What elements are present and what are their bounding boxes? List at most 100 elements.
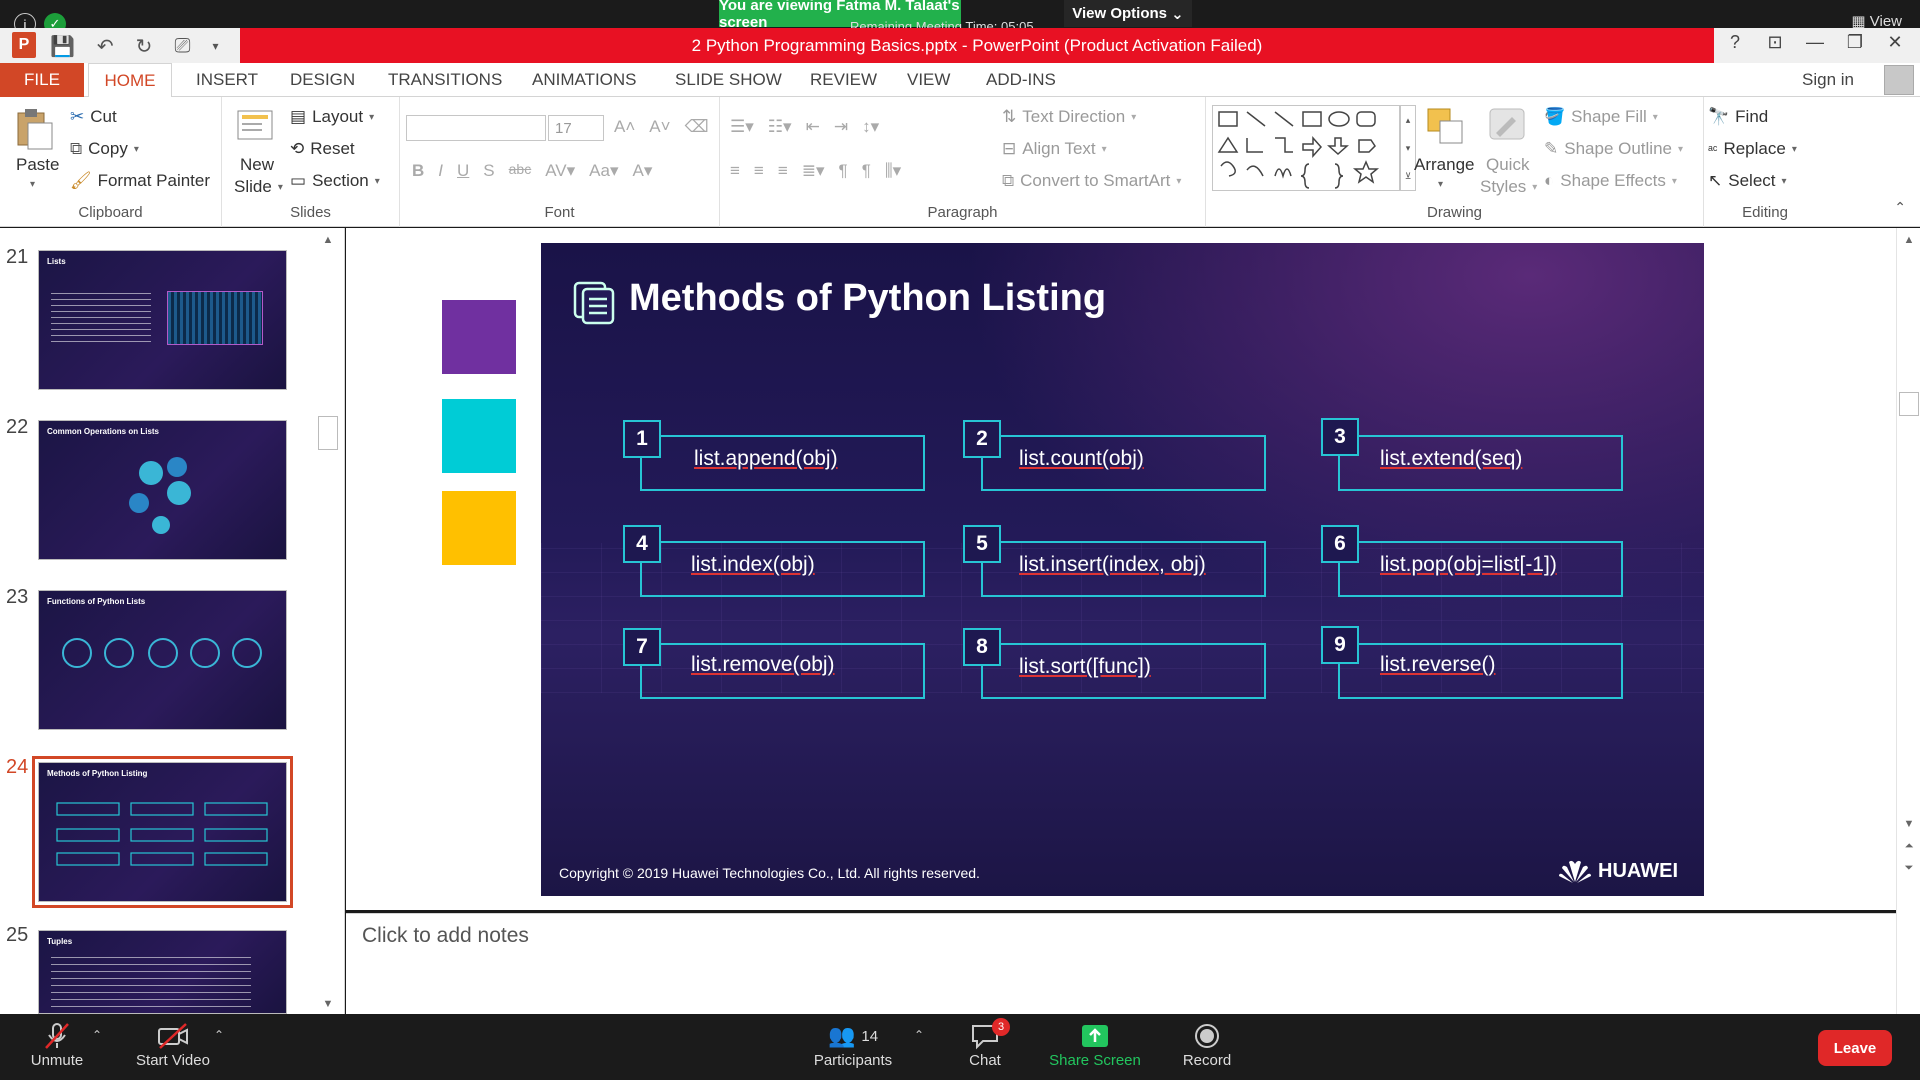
leave-button[interactable]: Leave bbox=[1818, 1030, 1892, 1066]
new-slide-icon[interactable] bbox=[236, 107, 276, 151]
underline-icon[interactable]: U bbox=[457, 161, 469, 181]
chat-button[interactable]: 3 Chat bbox=[930, 1018, 1040, 1069]
audio-options-chevron-icon[interactable]: ⌃ bbox=[92, 1028, 102, 1042]
participants-chevron-icon[interactable]: ⌃ bbox=[914, 1028, 924, 1042]
arrange-dropdown-icon[interactable]: ▾ bbox=[1438, 179, 1443, 190]
bold-icon[interactable]: B bbox=[412, 161, 424, 181]
rtl-icon[interactable]: ¶ bbox=[862, 161, 871, 181]
align-left-icon[interactable]: ≡ bbox=[730, 161, 740, 181]
video-options-chevron-icon[interactable]: ⌃ bbox=[214, 1028, 224, 1042]
shape-effects-button[interactable]: ◐ Shape Effects ▾ bbox=[1544, 171, 1677, 191]
font-size-field[interactable]: 17 bbox=[548, 115, 604, 141]
slide-thumbnail-21[interactable]: Lists bbox=[38, 250, 287, 390]
tab-view[interactable]: VIEW bbox=[907, 63, 950, 97]
text-direction-button[interactable]: ⇅ Text Direction ▾ bbox=[1002, 107, 1136, 127]
current-slide[interactable]: Methods of Python Listing 1 list.append(… bbox=[541, 243, 1704, 896]
collapse-ribbon-icon[interactable]: ⌃ bbox=[1894, 199, 1906, 216]
shapes-gallery[interactable] bbox=[1212, 105, 1400, 191]
color-swatch-yellow[interactable] bbox=[442, 491, 516, 565]
start-video-button[interactable]: Start Video bbox=[118, 1020, 228, 1069]
scroll-up-icon[interactable]: ▲ bbox=[1899, 234, 1919, 246]
notes-placeholder[interactable]: Click to add notes bbox=[362, 924, 529, 948]
change-case-icon[interactable]: Aa▾ bbox=[589, 161, 618, 181]
replace-button[interactable]: ᵃᶜ Replace ▾ bbox=[1708, 139, 1797, 159]
scroll-thumb[interactable] bbox=[1899, 392, 1919, 416]
numbering-icon[interactable]: ☷▾ bbox=[768, 117, 792, 137]
next-slide-icon[interactable]: ⏷ bbox=[1899, 862, 1919, 875]
redo-icon[interactable]: ↻ bbox=[136, 34, 153, 59]
line-spacing-icon[interactable]: ↕▾ bbox=[862, 117, 879, 137]
quick-styles-label-1[interactable]: Quick bbox=[1486, 155, 1529, 175]
editor-scrollbar[interactable]: ▲ ▼ ⏶ ⏷ bbox=[1896, 228, 1920, 1014]
tab-slide-show[interactable]: SLIDE SHOW bbox=[675, 63, 782, 97]
new-slide-button[interactable]: Slide ▾ bbox=[234, 177, 283, 197]
layout-button[interactable]: ▤ Layout ▾ bbox=[290, 107, 374, 127]
thumbnail-scrollbar[interactable]: ▲ ▼ bbox=[318, 228, 338, 1014]
paste-dropdown-icon[interactable]: ▾ bbox=[30, 179, 35, 190]
scroll-thumb[interactable] bbox=[318, 416, 338, 450]
participants-button[interactable]: 👥 14 Participants bbox=[798, 1020, 908, 1069]
share-screen-button[interactable]: Share Screen bbox=[1040, 1020, 1150, 1069]
bullets-icon[interactable]: ☰▾ bbox=[730, 117, 754, 137]
font-color-icon[interactable]: A▾ bbox=[633, 161, 653, 181]
shape-outline-button[interactable]: ✎ Shape Outline ▾ bbox=[1544, 139, 1683, 159]
increase-indent-icon[interactable]: ⇥ bbox=[834, 117, 848, 137]
copy-dropdown-icon[interactable]: ▾ bbox=[134, 144, 139, 155]
shape-fill-button[interactable]: 🪣 Shape Fill ▾ bbox=[1544, 107, 1658, 127]
help-icon[interactable]: ? bbox=[1720, 32, 1750, 53]
view-options-button[interactable]: View Options ⌄ bbox=[1064, 0, 1192, 27]
section-button[interactable]: ▭ Section ▾ bbox=[290, 171, 380, 191]
sign-in-link[interactable]: Sign in bbox=[1802, 63, 1854, 97]
justify-icon[interactable]: ≣▾ bbox=[802, 161, 825, 181]
convert-smartart-button[interactable]: ⧉ Convert to SmartArt ▾ bbox=[1002, 171, 1181, 191]
paste-button[interactable]: Paste bbox=[16, 155, 59, 175]
tab-animations[interactable]: ANIMATIONS bbox=[532, 63, 637, 97]
quick-styles-icon[interactable] bbox=[1486, 105, 1526, 149]
scroll-down-icon[interactable]: ▼ bbox=[318, 998, 338, 1010]
slide-thumbnail-25[interactable]: Tuples bbox=[38, 930, 287, 1014]
select-button[interactable]: ↖ Select ▾ bbox=[1708, 171, 1787, 191]
tab-transitions[interactable]: TRANSITIONS bbox=[388, 63, 502, 97]
columns-icon[interactable]: ⫼▾ bbox=[885, 161, 901, 181]
start-from-beginning-icon[interactable]: ⎚ bbox=[174, 35, 190, 58]
color-swatch-purple[interactable] bbox=[442, 300, 516, 374]
undo-icon[interactable]: ↶ bbox=[97, 34, 114, 59]
scroll-down-icon[interactable]: ▼ bbox=[1899, 818, 1919, 830]
record-button[interactable]: Record bbox=[1152, 1020, 1262, 1069]
paste-icon[interactable] bbox=[14, 107, 54, 151]
find-button[interactable]: 🔭 Find bbox=[1708, 107, 1768, 127]
previous-slide-icon[interactable]: ⏶ bbox=[1899, 840, 1919, 853]
shadow-icon[interactable]: S bbox=[483, 161, 494, 181]
slide-thumbnail-23[interactable]: Functions of Python Lists bbox=[38, 590, 287, 730]
reset-button[interactable]: ⟲ Reset bbox=[290, 139, 355, 159]
tab-review[interactable]: REVIEW bbox=[810, 63, 877, 97]
align-right-icon[interactable]: ≡ bbox=[778, 161, 788, 181]
tab-design[interactable]: DESIGN bbox=[290, 63, 355, 97]
ltr-icon[interactable]: ¶ bbox=[839, 161, 848, 181]
new-slide-label-1[interactable]: New bbox=[240, 155, 274, 175]
color-swatch-cyan[interactable] bbox=[442, 399, 516, 473]
character-spacing-icon[interactable]: AV▾ bbox=[545, 161, 575, 181]
close-icon[interactable]: ✕ bbox=[1880, 32, 1910, 53]
font-name-field[interactable] bbox=[406, 115, 546, 141]
shapes-gallery-scroll[interactable]: ▴ ▾ ⊻ bbox=[1400, 105, 1416, 191]
grow-font-icon[interactable]: A˄ bbox=[614, 117, 635, 137]
slide-thumbnail-22[interactable]: Common Operations on Lists bbox=[38, 420, 287, 560]
clear-formatting-icon[interactable]: ⌫ bbox=[685, 117, 709, 137]
quick-styles-button[interactable]: Styles ▾ bbox=[1480, 177, 1537, 197]
save-icon[interactable]: 💾 bbox=[50, 34, 75, 59]
shrink-font-icon[interactable]: A˅ bbox=[649, 117, 670, 137]
decrease-indent-icon[interactable]: ⇤ bbox=[806, 117, 820, 137]
arrange-label[interactable]: Arrange bbox=[1414, 155, 1474, 175]
tab-add-ins[interactable]: ADD-INS bbox=[986, 63, 1056, 97]
avatar[interactable] bbox=[1884, 65, 1914, 95]
align-center-icon[interactable]: ≡ bbox=[754, 161, 764, 181]
tab-file[interactable]: FILE bbox=[0, 63, 84, 97]
format-painter-button[interactable]: 🖌 Format Painter bbox=[70, 171, 210, 191]
restore-icon[interactable]: ❐ bbox=[1840, 32, 1870, 53]
notes-pane[interactable]: Click to add notes bbox=[346, 913, 1896, 1014]
arrange-icon[interactable] bbox=[1426, 105, 1466, 149]
cut-button[interactable]: ✂ Cut bbox=[70, 107, 117, 127]
slide-thumbnail-24[interactable]: Methods of Python Listing bbox=[32, 756, 293, 908]
tab-insert[interactable]: INSERT bbox=[196, 63, 258, 97]
